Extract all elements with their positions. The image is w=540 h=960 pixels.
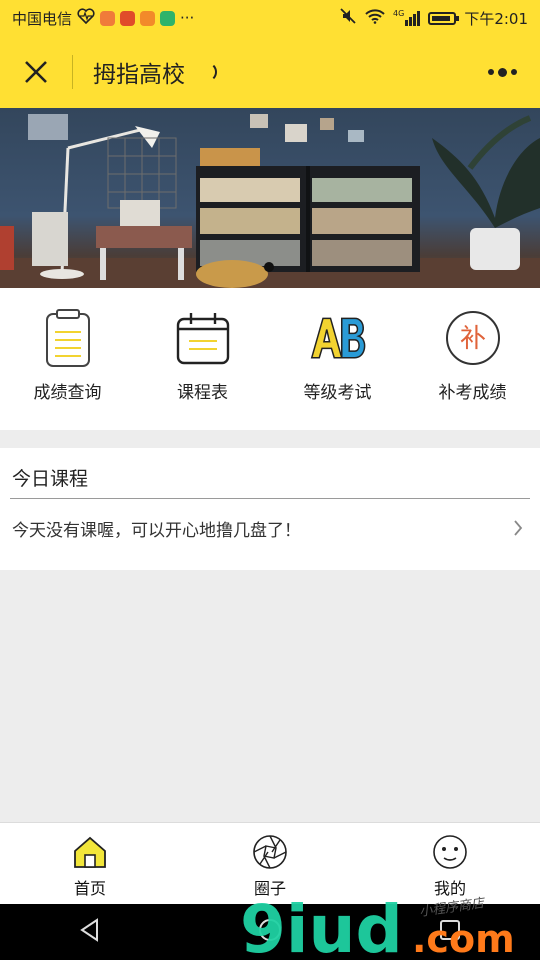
recents-button[interactable] [437, 917, 463, 947]
recents-square-icon [440, 920, 460, 940]
title-bar: 拇指高校 [0, 36, 540, 108]
today-courses-title: 今日课程 [12, 468, 89, 490]
home-icon [71, 833, 109, 871]
system-navigation-bar [0, 904, 540, 960]
quick-entry-label: 补考成绩 [438, 383, 507, 403]
tab-label: 我的 [433, 879, 466, 898]
back-button[interactable] [77, 917, 103, 947]
more-notifications-label: ··· [180, 9, 195, 27]
more-dot-icon [510, 69, 517, 75]
home-circle-icon [259, 919, 281, 941]
carousel-indicator-dot[interactable] [264, 262, 274, 272]
carrier-label: 中国电信 [12, 9, 73, 28]
chevron-right-icon [508, 518, 528, 538]
more-dot-icon [487, 69, 494, 75]
tab-label: 圈子 [253, 879, 286, 898]
today-courses-card: 今日课程 今天没有课喔，可以开心地撸几盘了！ [0, 448, 540, 570]
quick-entry-label: 课程表 [177, 383, 228, 403]
tab-home[interactable]: 首页 [0, 823, 180, 904]
quick-entry-level-exam[interactable]: 等级考试 [270, 288, 405, 430]
more-options-button[interactable] [482, 52, 522, 92]
quick-entry-label: 等级考试 [303, 383, 372, 403]
calendar-icon [173, 308, 233, 368]
quick-entry-label: 成绩查询 [33, 383, 102, 403]
wifi-icon [365, 8, 385, 28]
today-course-row[interactable]: 今天没有课喔，可以开心地撸几盘了！ [0, 498, 540, 558]
mute-icon [339, 7, 357, 29]
bottom-tab-bar: 首页 圈子 我的 [0, 822, 540, 904]
network-type-label: 4G [393, 9, 405, 18]
smiley-icon [431, 833, 469, 871]
quick-entry-timetable[interactable]: 课程表 [135, 288, 270, 430]
tab-circle[interactable]: 圈子 [180, 823, 360, 904]
banner-image [0, 114, 540, 288]
notification-app-icon [140, 10, 156, 26]
more-dot-icon [497, 67, 507, 77]
home-button[interactable] [257, 917, 283, 947]
heart-monitor-icon [77, 8, 95, 28]
page-title: 拇指高校 [93, 62, 185, 88]
notification-app-icon [120, 10, 136, 26]
clipboard-icon [38, 308, 98, 368]
status-bar: 中国电信 ··· 4G 下午2:01 [0, 0, 540, 36]
quick-entry-makeup-grade[interactable]: 补 补考成绩 [405, 288, 540, 430]
aperture-icon [251, 833, 289, 871]
notification-app-icon [100, 10, 116, 26]
ab-icon [308, 308, 368, 368]
notification-app-icon [160, 10, 176, 26]
back-triangle-icon [80, 918, 98, 942]
bu-icon-text: 补 [459, 324, 485, 354]
loading-spinner-icon [197, 62, 217, 82]
quick-entry-grade-query[interactable]: 成绩查询 [0, 288, 135, 430]
clock-label: 下午2:01 [464, 9, 528, 28]
title-divider [72, 55, 73, 89]
tab-label: 首页 [73, 879, 106, 898]
signal-icon: 4G [393, 9, 421, 26]
banner-carousel[interactable] [0, 108, 540, 288]
quick-entry-grid: 成绩查询 课程表 等级考试 补 补考成绩 [0, 288, 540, 430]
today-message: 今天没有课喔，可以开心地撸几盘了！ [12, 520, 301, 541]
bu-circle-icon: 补 [443, 308, 503, 368]
battery-icon [428, 11, 460, 25]
close-icon [25, 61, 47, 83]
close-button[interactable] [0, 36, 72, 108]
tab-mine[interactable]: 我的 [360, 823, 540, 904]
